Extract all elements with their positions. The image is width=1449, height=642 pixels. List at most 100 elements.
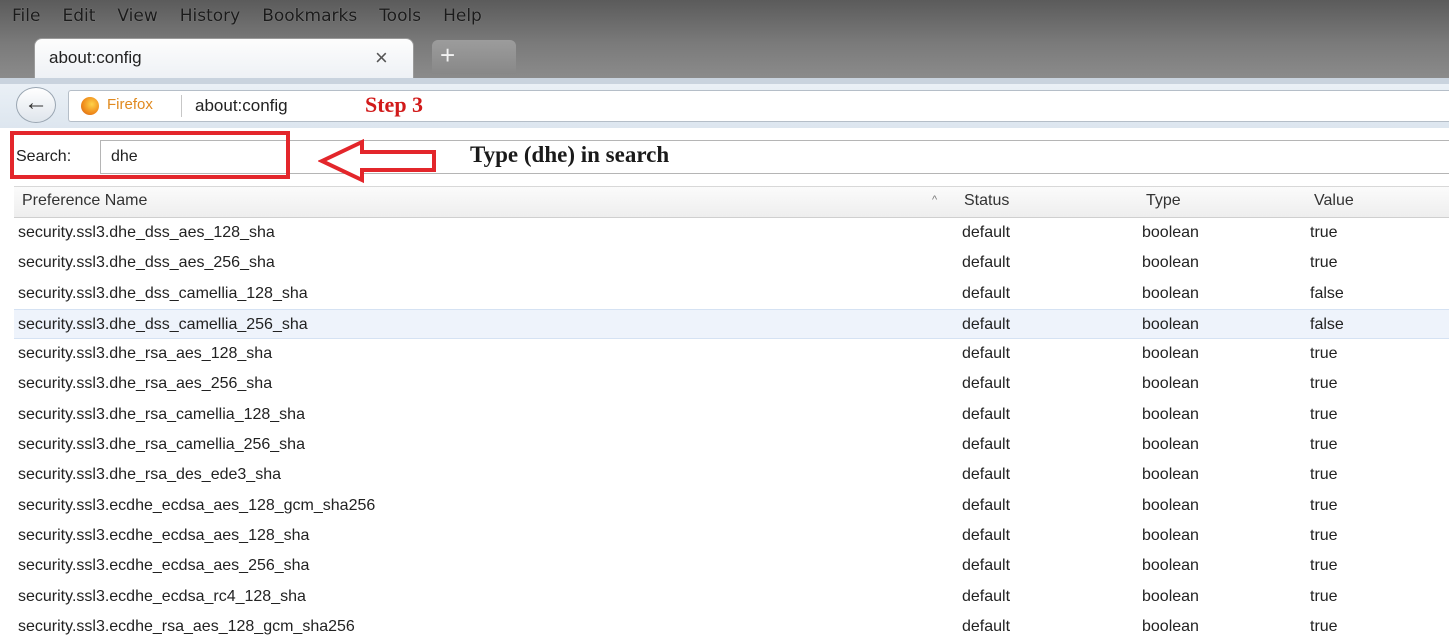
status-cell: default	[962, 526, 1011, 544]
url-separator	[181, 95, 182, 117]
value-cell: true	[1310, 526, 1338, 544]
window-titlebar: File Edit View History Bookmarks Tools H…	[0, 0, 1449, 78]
sort-ascending-icon: ^	[932, 194, 938, 206]
type-cell: boolean	[1142, 617, 1199, 635]
search-input[interactable]	[100, 140, 1449, 174]
value-cell: true	[1310, 436, 1338, 454]
value-cell: true	[1310, 617, 1338, 635]
url-bar[interactable]: Firefox about:config Step 3	[68, 90, 1449, 122]
table-row[interactable]: security.ssl3.dhe_dss_camellia_128_sha de…	[14, 279, 1449, 309]
status-cell: default	[962, 587, 1011, 605]
preferences-table: Preference Name ^ Status Type Value secu…	[14, 186, 1449, 642]
type-cell: boolean	[1142, 436, 1199, 454]
menu-edit[interactable]: Edit	[62, 6, 95, 30]
table-row[interactable]: security.ssl3.dhe_dss_aes_256_sha default…	[14, 248, 1449, 278]
preference-name-cell: security.ssl3.dhe_dss_camellia_128_sha	[18, 284, 308, 302]
type-cell: boolean	[1142, 345, 1199, 363]
annotation-highlight-box	[10, 131, 290, 179]
preference-name-cell: security.ssl3.dhe_dss_aes_256_sha	[18, 254, 275, 272]
preference-name-cell: security.ssl3.dhe_rsa_aes_128_sha	[18, 345, 273, 363]
column-status[interactable]: Status	[964, 192, 1009, 210]
status-cell: default	[962, 557, 1011, 575]
table-row[interactable]: security.ssl3.dhe_rsa_des_ede3_sha defaul…	[14, 460, 1449, 490]
value-cell: true	[1310, 254, 1338, 272]
preference-name-cell: security.ssl3.ecdhe_ecdsa_aes_256_sha	[18, 557, 310, 575]
table-row[interactable]: security.ssl3.dhe_dss_camellia_256_sha de…	[14, 308, 1449, 340]
status-cell: default	[962, 375, 1011, 393]
close-icon[interactable]: ×	[375, 45, 388, 71]
column-type[interactable]: Type	[1146, 192, 1181, 210]
preference-name-cell: security.ssl3.ecdhe_ecdsa_aes_128_sha	[18, 526, 310, 544]
value-cell: false	[1310, 315, 1344, 333]
status-cell: default	[962, 254, 1011, 272]
type-cell: boolean	[1142, 224, 1199, 241]
type-cell: boolean	[1142, 557, 1199, 575]
tab-about-config[interactable]: about:config ×	[34, 38, 414, 78]
type-cell: boolean	[1142, 254, 1199, 272]
preference-name-cell: security.ssl3.dhe_rsa_camellia_256_sha	[18, 436, 305, 454]
value-cell: true	[1310, 224, 1338, 241]
preference-name-cell: security.ssl3.ecdhe_rsa_aes_128_gcm_sha2…	[18, 617, 355, 635]
menu-view[interactable]: View	[117, 6, 157, 30]
firefox-icon	[81, 97, 99, 115]
table-row[interactable]: security.ssl3.dhe_rsa_aes_256_sha default…	[14, 369, 1449, 399]
menu-bookmarks[interactable]: Bookmarks	[262, 6, 357, 30]
menu-history[interactable]: History	[180, 6, 240, 30]
value-cell: true	[1310, 557, 1338, 575]
status-cell: default	[962, 284, 1011, 302]
menu-bar: File Edit View History Bookmarks Tools H…	[12, 6, 504, 30]
value-cell: false	[1310, 284, 1344, 302]
tab-title: about:config	[49, 48, 142, 67]
type-cell: boolean	[1142, 526, 1199, 544]
table-body: security.ssl3.dhe_dss_aes_128_sha default…	[14, 218, 1449, 642]
step-annotation: Step 3	[365, 92, 424, 117]
table-row[interactable]: security.ssl3.ecdhe_rsa_aes_128_gcm_sha2…	[14, 612, 1449, 642]
type-cell: boolean	[1142, 496, 1199, 514]
table-row[interactable]: security.ssl3.ecdhe_ecdsa_aes_256_sha def…	[14, 551, 1449, 581]
url-text[interactable]: about:config	[195, 96, 288, 116]
status-cell: default	[962, 617, 1011, 635]
preference-name-cell: security.ssl3.dhe_rsa_camellia_128_sha	[18, 405, 305, 423]
type-cell: boolean	[1142, 375, 1199, 393]
status-cell: default	[962, 466, 1011, 484]
value-cell: true	[1310, 345, 1338, 363]
type-cell: boolean	[1142, 405, 1199, 423]
preference-name-cell: security.ssl3.ecdhe_ecdsa_aes_128_gcm_sh…	[18, 496, 376, 514]
status-cell: default	[962, 436, 1011, 454]
table-row[interactable]: security.ssl3.dhe_rsa_aes_128_sha default…	[14, 339, 1449, 369]
table-header: Preference Name ^ Status Type Value	[14, 186, 1449, 218]
preference-name-cell: security.ssl3.dhe_rsa_des_ede3_sha	[18, 466, 281, 484]
table-row[interactable]: security.ssl3.dhe_rsa_camellia_256_sha de…	[14, 430, 1449, 460]
column-value[interactable]: Value	[1314, 192, 1354, 210]
status-cell: default	[962, 224, 1011, 241]
menu-help[interactable]: Help	[443, 6, 482, 30]
value-cell: true	[1310, 405, 1338, 423]
new-tab-button[interactable]: +	[432, 40, 516, 74]
table-row[interactable]: security.ssl3.dhe_dss_aes_128_sha default…	[14, 218, 1449, 248]
type-cell: boolean	[1142, 466, 1199, 484]
table-row[interactable]: security.ssl3.ecdhe_ecdsa_aes_128_gcm_sh…	[14, 491, 1449, 521]
instruction-annotation: Type (dhe) in search	[470, 142, 670, 167]
status-cell: default	[962, 345, 1011, 363]
type-cell: boolean	[1142, 315, 1199, 333]
menu-tools[interactable]: Tools	[379, 6, 421, 30]
menu-file[interactable]: File	[12, 6, 40, 30]
status-cell: default	[962, 496, 1011, 514]
status-cell: default	[962, 405, 1011, 423]
preference-name-cell: security.ssl3.dhe_dss_aes_128_sha	[18, 224, 275, 241]
value-cell: true	[1310, 496, 1338, 514]
table-row[interactable]: security.ssl3.dhe_rsa_camellia_128_sha de…	[14, 400, 1449, 430]
column-preference-name[interactable]: Preference Name	[22, 192, 147, 210]
back-arrow-icon: ←	[24, 89, 48, 116]
plus-icon: +	[440, 40, 456, 70]
back-button[interactable]: ←	[16, 87, 56, 123]
annotation-arrow-icon	[318, 138, 436, 184]
table-row[interactable]: security.ssl3.ecdhe_ecdsa_aes_128_sha def…	[14, 521, 1449, 551]
type-cell: boolean	[1142, 284, 1199, 302]
table-row[interactable]: security.ssl3.ecdhe_ecdsa_rc4_128_sha def…	[14, 582, 1449, 612]
type-cell: boolean	[1142, 587, 1199, 605]
preference-name-cell: security.ssl3.dhe_dss_camellia_256_sha	[18, 315, 308, 333]
preference-name-cell: security.ssl3.dhe_rsa_aes_256_sha	[18, 375, 273, 393]
value-cell: true	[1310, 375, 1338, 393]
identity-label[interactable]: Firefox	[107, 96, 153, 113]
